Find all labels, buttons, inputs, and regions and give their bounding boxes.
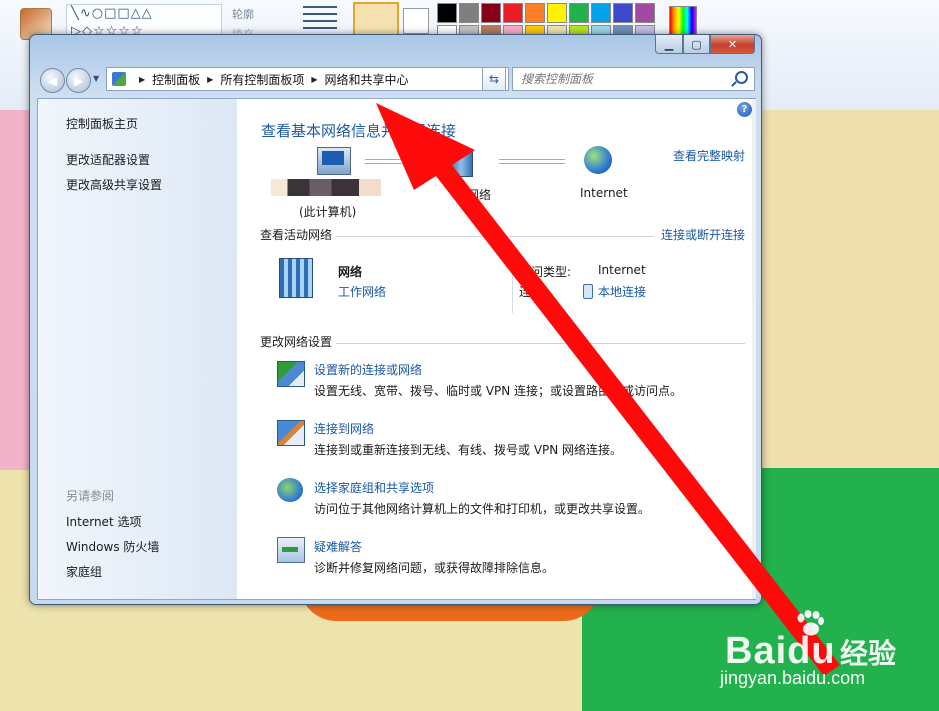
troubleshoot-icon — [277, 537, 305, 563]
setup-connection-link[interactable]: 设置新的连接或网络 — [314, 361, 422, 378]
network-sharing-center-window: ▁ ▢ ✕ ◀ ▶ ▼ ▶ 控制面板 ▶ 所有控制面板项 ▶ 网络和共享中心 ▼… — [29, 34, 762, 605]
network-icon — [449, 151, 473, 177]
navigation-bar: ◀ ▶ ▼ ▶ 控制面板 ▶ 所有控制面板项 ▶ 网络和共享中心 ▼ ⇆ — [38, 66, 755, 93]
maximize-button[interactable]: ▢ — [683, 35, 710, 54]
chevron-right-icon[interactable]: ▶ — [311, 75, 317, 84]
color-swatch[interactable] — [569, 3, 589, 23]
control-panel-icon — [112, 72, 126, 86]
connect-disconnect-link[interactable]: 连接或断开连接 — [661, 226, 745, 243]
network-name: 网络 — [338, 265, 363, 279]
connect-network-icon — [277, 420, 305, 446]
color-swatch[interactable] — [613, 3, 633, 23]
color-swatch[interactable] — [481, 3, 501, 23]
forward-button[interactable]: ▶ — [66, 68, 91, 93]
color2-swatch[interactable] — [403, 8, 429, 34]
caption-buttons: ▁ ▢ ✕ — [655, 35, 755, 54]
connect-to-network-link[interactable]: 连接到网络 — [314, 420, 374, 437]
back-button[interactable]: ◀ — [40, 68, 65, 93]
sidebar-item-firewall[interactable]: Windows 防火墙 — [66, 538, 159, 555]
divider — [336, 343, 745, 344]
plug-icon — [583, 284, 593, 299]
setup-connection-desc: 设置无线、宽带、拨号、临时或 VPN 连接；或设置路由器或访问点。 — [314, 384, 683, 398]
sidebar-item-adapter-settings[interactable]: 更改适配器设置 — [66, 151, 150, 168]
connection-line — [499, 159, 565, 164]
sidebar: 控制面板主页 更改适配器设置 更改高级共享设置 另请参阅 Internet 选项… — [38, 99, 237, 599]
outline-button[interactable]: 轮廓 — [232, 6, 254, 22]
new-connection-icon — [277, 361, 305, 387]
connect-to-network-desc: 连接到或重新连接到无线、有线、拨号或 VPN 网络连接。 — [314, 443, 623, 457]
connections-label: 连接: — [519, 285, 548, 299]
internet-globe-icon — [584, 146, 612, 174]
color-swatch[interactable] — [503, 3, 523, 23]
this-computer-label: (此计算机) — [299, 205, 357, 219]
breadcrumb-network-center[interactable]: 网络和共享中心 — [325, 71, 409, 88]
close-button[interactable]: ✕ — [710, 35, 755, 54]
recent-pages-icon[interactable]: ▼ — [93, 74, 99, 83]
divider — [336, 236, 654, 237]
view-full-map-link[interactable]: 查看完整映射 — [673, 147, 745, 164]
redacted-computer-name — [271, 179, 381, 196]
homegroup-sharing-desc: 访问位于其他网络计算机上的文件和打印机，或更改共享设置。 — [314, 502, 651, 516]
color-swatch[interactable] — [437, 3, 457, 23]
address-bar[interactable]: ▶ 控制面板 ▶ 所有控制面板项 ▶ 网络和共享中心 ▼ — [106, 67, 509, 91]
sidebar-item-homegroup[interactable]: 家庭组 — [66, 563, 102, 580]
connection-line — [365, 159, 435, 164]
sidebar-item-internet-options[interactable]: Internet 选项 — [66, 513, 141, 530]
main-panel: ? 查看基本网络信息并设置连接 查看完整映射 (此计算机) 网络 Interne… — [237, 99, 756, 599]
edit-colors-icon[interactable] — [669, 6, 697, 36]
color-swatch[interactable] — [525, 3, 545, 23]
local-connection-link[interactable]: 本地连接 — [598, 283, 646, 300]
computer-icon — [317, 147, 351, 175]
color-swatch[interactable] — [635, 3, 655, 23]
active-networks-title: 查看活动网络 — [260, 228, 333, 242]
access-type-value: Internet — [598, 263, 646, 277]
internet-label: Internet — [580, 186, 628, 200]
homegroup-sharing-link[interactable]: 选择家庭组和共享选项 — [314, 479, 434, 496]
change-settings-title: 更改网络设置 — [260, 335, 333, 349]
size-icon[interactable] — [303, 6, 337, 36]
homegroup-icon — [277, 478, 303, 502]
see-also-title: 另请参阅 — [66, 489, 115, 503]
search-box — [512, 67, 755, 91]
work-network-icon — [279, 258, 313, 298]
troubleshoot-desc: 诊断并修复网络问题，或获得故障排除信息。 — [314, 561, 555, 575]
chevron-right-icon[interactable]: ▶ — [139, 75, 145, 84]
content-pane: 控制面板主页 更改适配器设置 更改高级共享设置 另请参阅 Internet 选项… — [37, 98, 756, 600]
color-swatch[interactable] — [547, 3, 567, 23]
search-icon[interactable] — [735, 71, 748, 84]
breadcrumb-all-items[interactable]: 所有控制面板项 — [220, 71, 304, 88]
divider — [512, 261, 513, 313]
color-swatch[interactable] — [591, 3, 611, 23]
help-icon[interactable]: ? — [737, 102, 752, 117]
sidebar-item-sharing-settings[interactable]: 更改高级共享设置 — [66, 176, 162, 193]
search-input[interactable] — [519, 68, 733, 90]
canvas-tan-region — [760, 110, 939, 470]
network-type-link[interactable]: 工作网络 — [338, 283, 386, 300]
network-map-label: 网络 — [467, 188, 492, 202]
scrollbar[interactable] — [752, 99, 756, 599]
page-title: 查看基本网络信息并设置连接 — [261, 122, 457, 140]
color-swatch[interactable] — [459, 3, 479, 23]
troubleshoot-link[interactable]: 疑难解答 — [314, 538, 362, 555]
breadcrumb-control-panel[interactable]: 控制面板 — [152, 71, 200, 88]
minimize-button[interactable]: ▁ — [655, 35, 683, 54]
sidebar-item-home[interactable]: 控制面板主页 — [66, 115, 138, 132]
chevron-right-icon[interactable]: ▶ — [207, 75, 213, 84]
refresh-button[interactable]: ⇆ — [482, 67, 506, 91]
access-type-label: 访问类型: — [519, 265, 572, 279]
